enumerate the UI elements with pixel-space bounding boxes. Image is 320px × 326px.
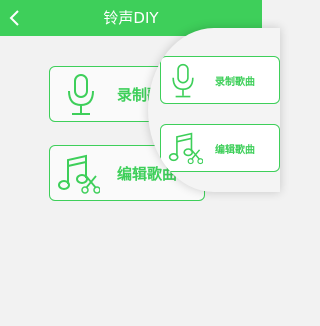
music-note-scissors-icon	[167, 132, 204, 170]
zoom-edit-song-label: 编辑歌曲	[215, 145, 255, 156]
zoom-record-song-label: 录制歌曲	[215, 77, 255, 88]
zoom-record-song-button[interactable]: 录制歌曲	[160, 56, 280, 104]
music-note-scissors-icon	[56, 154, 101, 200]
microphone-icon	[169, 63, 197, 103]
zoom-edit-song-button[interactable]: 编辑歌曲	[160, 124, 280, 172]
magnifier-overlay: 录制歌曲 编辑歌曲	[148, 28, 280, 192]
microphone-icon	[64, 73, 98, 121]
